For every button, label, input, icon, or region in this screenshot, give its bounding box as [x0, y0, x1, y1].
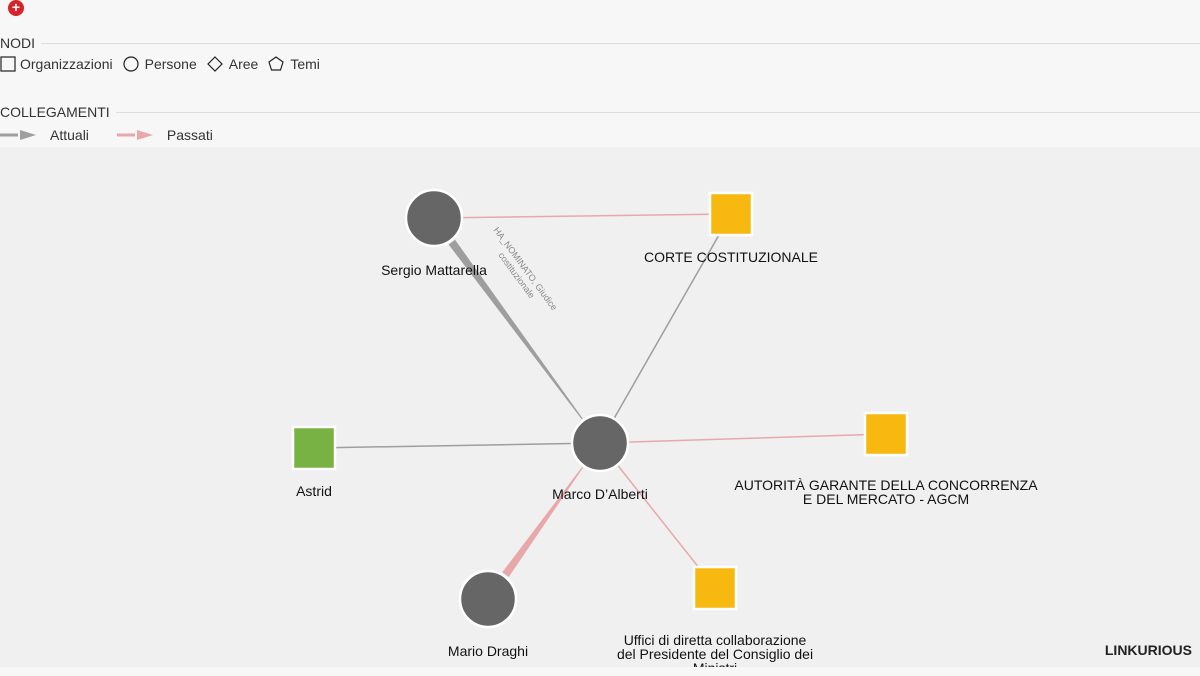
node-uffici[interactable] — [692, 565, 738, 611]
graph-canvas[interactable]: HA_NOMINATO, Giudice costituzionale Sergio… — [0, 147, 1200, 667]
add-icon[interactable]: + — [8, 0, 24, 16]
node-label-agcm: E DEL MERCATO - AGCM — [803, 491, 969, 507]
node-astrid[interactable] — [291, 425, 337, 471]
legend-label-aree: Aree — [228, 56, 259, 72]
legend-item-organizzazioni: Organizzazioni — [0, 56, 113, 72]
legend-item-temi: Temi — [268, 56, 320, 72]
nodes-title-rule — [41, 43, 1200, 44]
edge-mattarella-corte[interactable] — [433, 213, 732, 219]
current-link-icon — [0, 130, 36, 140]
links-title-rule — [115, 112, 1200, 113]
legend-item-aree: Aree — [206, 56, 259, 72]
node-corte[interactable] — [708, 191, 754, 237]
linkurious-logo: LINKURIOUS — [1104, 642, 1192, 658]
nodes-legend: Organizzazioni Persone Aree Temi — [0, 56, 330, 72]
legend-label-passati: Passati — [166, 127, 213, 143]
node-label-uffici: Ministri — [693, 660, 737, 667]
node-label-dalberti: Marco D’Alberti — [552, 486, 648, 502]
node-label-astrid: Astrid — [296, 483, 332, 499]
legend-item-attuali: Attuali — [0, 127, 89, 143]
node-label-corte: CORTE COSTITUZIONALE — [644, 249, 818, 265]
graph-svg[interactable]: HA_NOMINATO, GiudicecostituzionaleSergio… — [0, 147, 1200, 667]
links-title-text: COLLEGAMENTI — [0, 104, 116, 120]
legend-label-persone: Persone — [144, 56, 197, 72]
node-label-mattarella: Sergio Mattarella — [381, 262, 487, 278]
legend-label-organizzazioni: Organizzazioni — [20, 56, 113, 72]
links-legend-title: COLLEGAMENTI — [0, 104, 1200, 120]
square-icon — [0, 56, 16, 72]
legend-item-persone: Persone — [123, 56, 197, 72]
circle-icon — [123, 56, 139, 72]
node-dalberti[interactable] — [570, 413, 630, 473]
node-draghi[interactable] — [458, 569, 518, 629]
legend-label-attuali: Attuali — [50, 127, 89, 143]
diamond-icon — [206, 56, 223, 72]
nodes-title-text: NODI — [0, 35, 41, 51]
edge-draghi-dalberti[interactable] — [502, 467, 583, 577]
legend-label-temi: Temi — [290, 56, 320, 72]
edge-dalberti-agcm[interactable] — [599, 433, 887, 444]
pentagon-icon — [268, 56, 285, 71]
links-legend: Attuali Passati — [0, 127, 223, 143]
node-mattarella[interactable] — [404, 188, 464, 248]
node-label-draghi: Mario Draghi — [448, 643, 528, 659]
legend-item-passati: Passati — [116, 127, 213, 143]
edge-astrid-dalberti[interactable] — [313, 442, 601, 449]
node-agcm[interactable] — [863, 411, 909, 457]
nodes-legend-title: NODI — [0, 35, 1200, 51]
edge-label: HA_NOMINATO, Giudice — [491, 225, 559, 312]
past-link-icon — [116, 130, 153, 140]
bottom-bar — [0, 667, 1200, 676]
